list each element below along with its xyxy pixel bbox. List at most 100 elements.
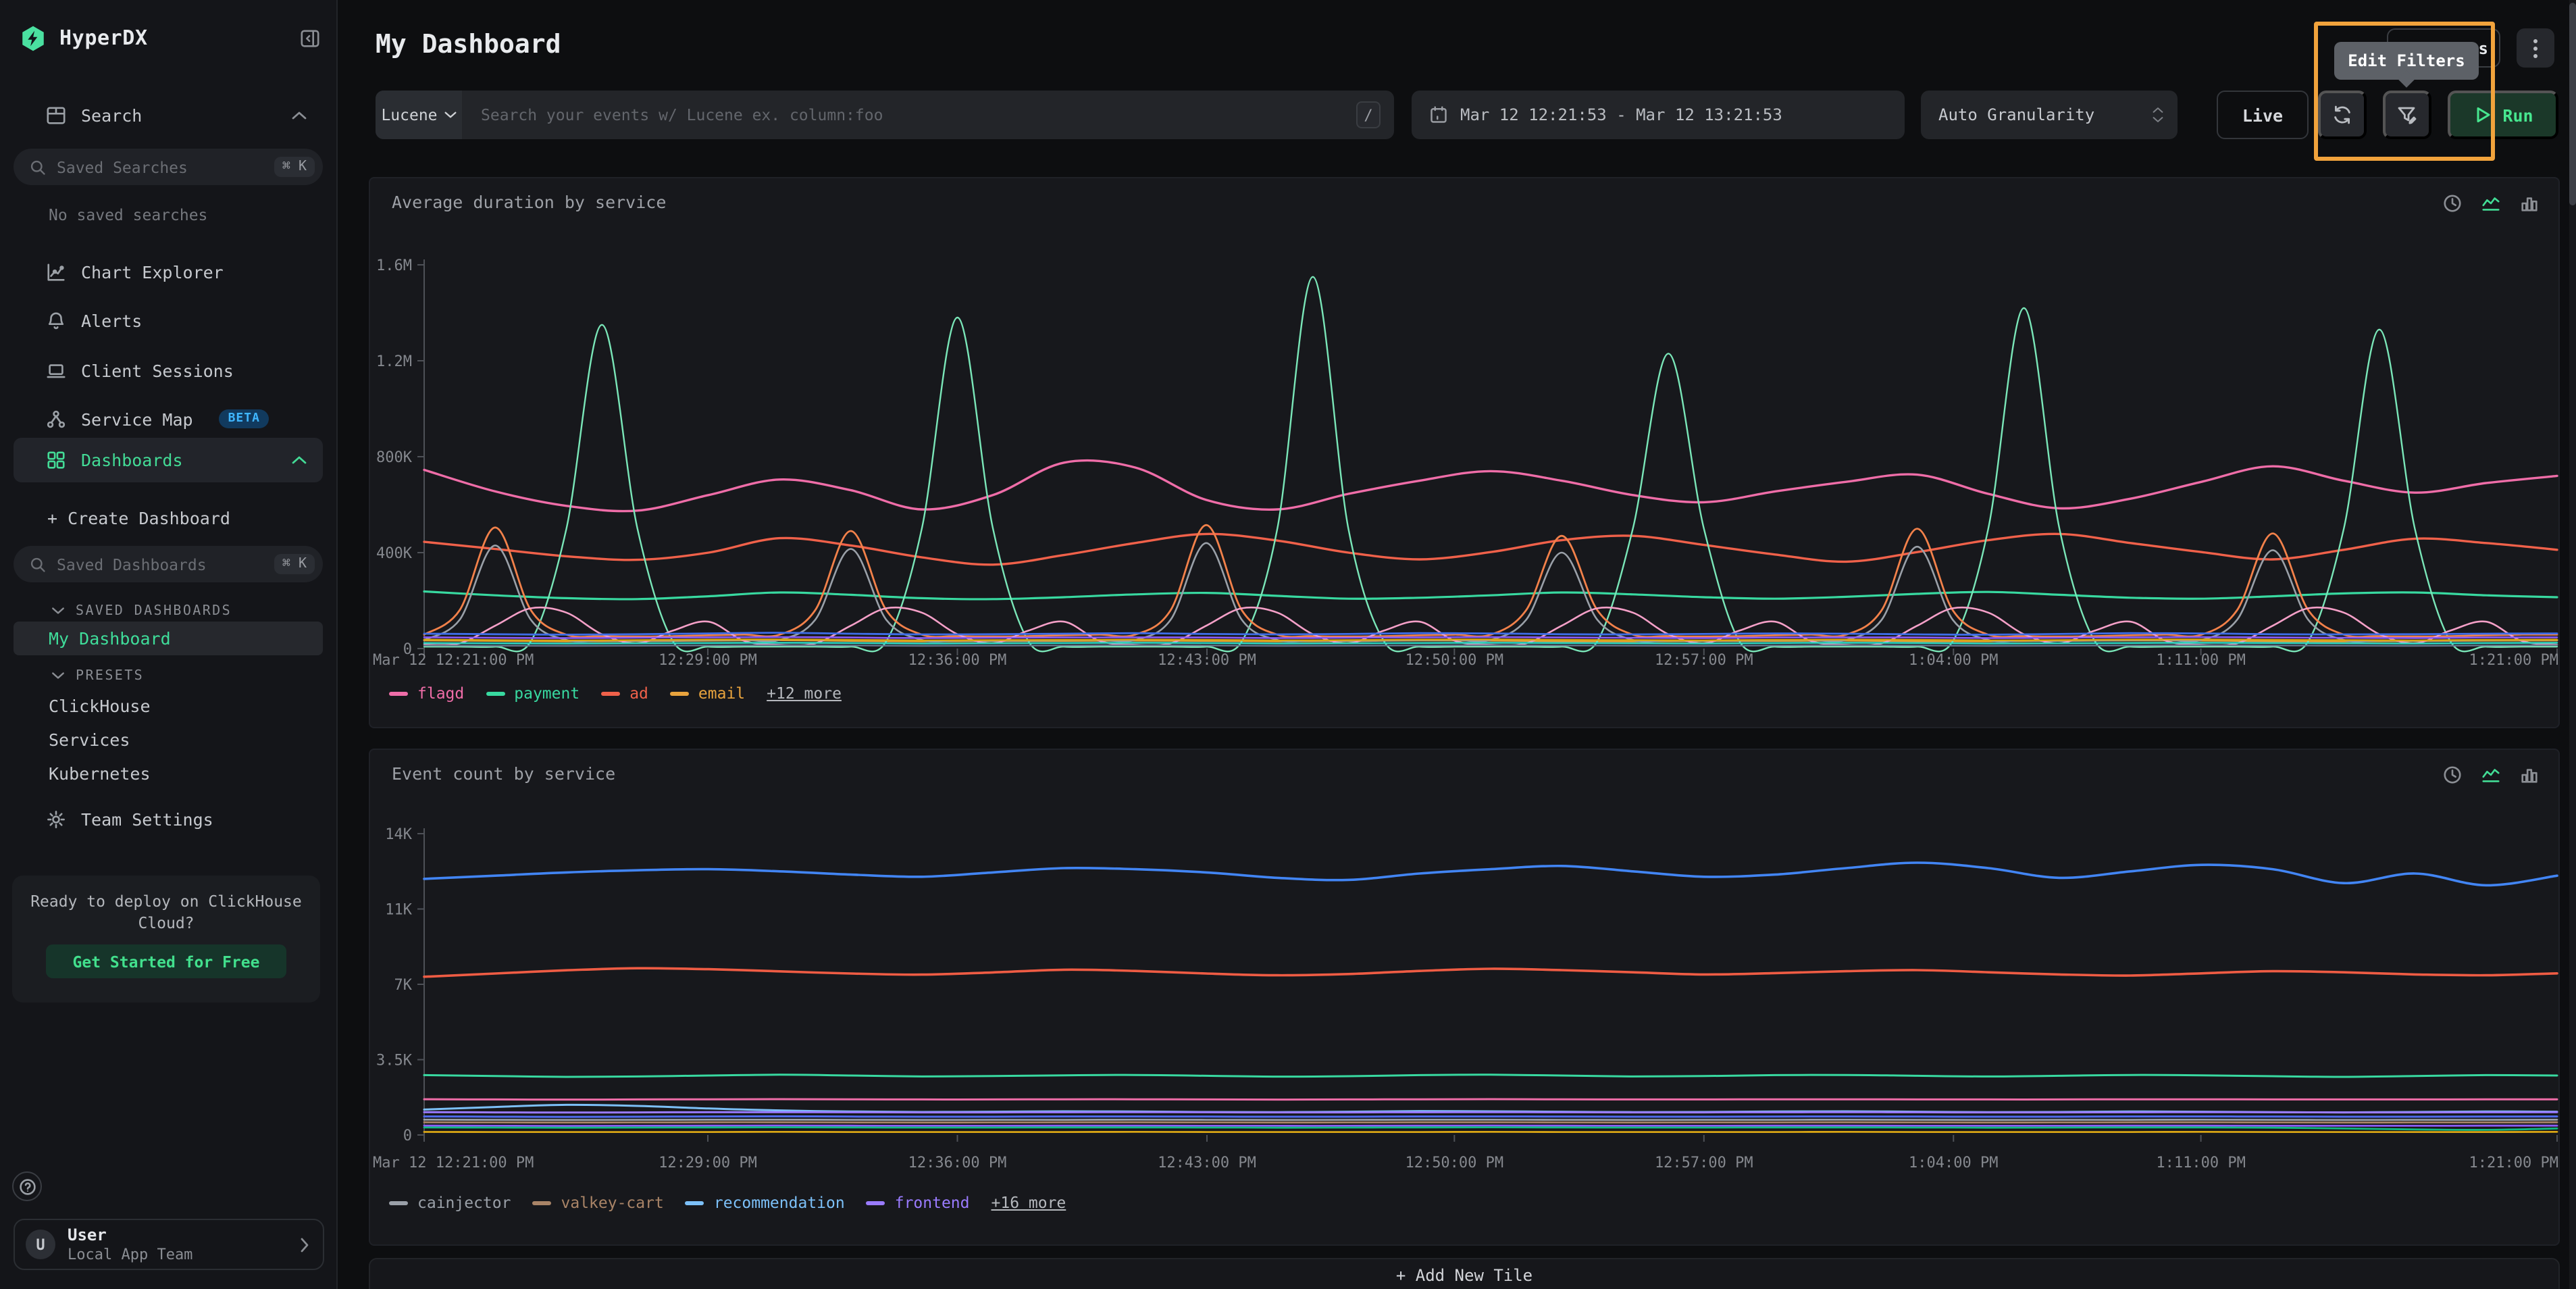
kebab-menu-button[interactable] (2517, 28, 2554, 68)
preset-item-clickhouse[interactable]: ClickHouse (14, 690, 323, 720)
line-chart[interactable]: 0400K800K1.2M1.6MMar 12 12:21:00 PM12:29… (370, 253, 2561, 688)
chart-legend: cainjector valkey-cart recommendation front… (389, 1193, 1066, 1212)
calendar-icon (1429, 105, 1448, 124)
series-payment (424, 592, 2557, 599)
sidebar-item-search[interactable]: Search (14, 95, 323, 135)
bar-chart-icon[interactable] (2519, 193, 2540, 213)
x-axis-tick-label: 12:29:00 PM (659, 652, 757, 669)
sidebar-collapse-icon[interactable] (300, 28, 320, 48)
no-saved-searches-text: No saved searches (14, 203, 323, 227)
legend-swatch (601, 691, 620, 695)
live-button[interactable]: Live (2217, 91, 2309, 139)
preset-item-kubernetes[interactable]: Kubernetes (14, 758, 323, 788)
time-range-picker[interactable]: Mar 12 12:21:53 - Mar 12 13:21:53 (1412, 91, 1905, 139)
gear-icon (46, 809, 66, 829)
avatar: U (26, 1230, 55, 1259)
chart-panel-event-count: Event count by service 03.5K7K11K14KMar … (369, 749, 2560, 1246)
series-ad (424, 534, 2557, 565)
help-button[interactable] (12, 1171, 42, 1201)
line-chart-icon[interactable] (2480, 765, 2502, 785)
search-icon (30, 159, 46, 175)
edit-filters-tooltip: Edit Filters (2334, 42, 2479, 80)
y-axis-tick-label: 14K (385, 826, 412, 843)
add-new-tile-button[interactable]: + Add New Tile (369, 1258, 2560, 1289)
x-axis-tick-label: Mar 12 12:21:00 PM (373, 652, 534, 669)
chevron-up-icon (292, 110, 307, 120)
sidebar-item-label: Alerts (81, 310, 142, 330)
x-axis-tick-label: 12:29:00 PM (659, 1155, 757, 1171)
scrollbar-thumb[interactable] (2569, 3, 2576, 205)
sidebar-item-team-settings[interactable]: Team Settings (14, 799, 323, 839)
chevron-right-icon (300, 1237, 309, 1252)
query-language-select[interactable]: Lucene (376, 91, 462, 139)
user-menu[interactable]: U User Local App Team (14, 1219, 324, 1270)
saved-dashboard-item-my-dashboard[interactable]: My Dashboard (14, 622, 323, 655)
legend-item[interactable]: cainjector (389, 1193, 511, 1212)
granularity-value: Auto Granularity (1938, 105, 2094, 124)
sidebar-item-dashboards[interactable]: Dashboards (14, 438, 323, 482)
tooltip-arrow (2398, 70, 2415, 87)
legend-item[interactable]: valkey-cart (533, 1193, 664, 1212)
main-content: My Dashboard Lucene Search your events w… (338, 0, 2576, 1289)
section-saved-dashboards[interactable]: SAVED DASHBOARDS (14, 600, 323, 622)
legend-swatch (389, 1200, 408, 1205)
granularity-select[interactable]: Auto Granularity (1921, 91, 2178, 139)
events-search-input[interactable]: Search your events w/ Lucene ex. column:… (462, 91, 1394, 139)
chart-legend: flagd payment ad email +12 more (389, 684, 842, 703)
bar-chart-icon[interactable] (2519, 765, 2540, 785)
dashboards-icon (46, 450, 66, 470)
saved-dashboards-input[interactable]: Saved Dashboards ⌘ K (14, 546, 323, 582)
x-axis-tick-label: 12:36:00 PM (908, 1155, 1007, 1171)
x-axis-tick-label: 12:36:00 PM (908, 652, 1007, 669)
scrollbar[interactable] (2569, 0, 2576, 1289)
legend-item[interactable]: recommendation (686, 1193, 845, 1212)
query-bar: Lucene Search your events w/ Lucene ex. … (376, 91, 1394, 139)
sidebar-item-chart-explorer[interactable]: Chart Explorer (14, 251, 323, 292)
get-started-button[interactable]: Get Started for Free (46, 944, 286, 978)
sidebar-item-label: Team Settings (81, 809, 213, 829)
sidebar-item-label: Chart Explorer (81, 261, 224, 282)
create-dashboard-button[interactable]: + Create Dashboard (14, 500, 323, 535)
legend-label: payment (514, 684, 579, 703)
clickhouse-cloud-card: Ready to deploy on ClickHouse Cloud? Get… (12, 876, 320, 1003)
legend-item[interactable]: frontend (867, 1193, 970, 1212)
sidebar-item-service-map[interactable]: Service Map BETA (14, 399, 323, 439)
series-blue2 (424, 1116, 2557, 1117)
series-pink (424, 1099, 2557, 1100)
app-root: HyperDX Search Saved Searches ⌘ K No sav… (0, 0, 2576, 1289)
edit-filters-button[interactable] (2383, 91, 2431, 139)
series-frontend (424, 1112, 2557, 1113)
series-flat-slate (424, 645, 2557, 646)
legend-more-link[interactable]: +16 more (991, 1193, 1066, 1212)
line-chart-icon[interactable] (2480, 193, 2502, 213)
legend-label: frontend (895, 1193, 970, 1212)
legend-label: ad (629, 684, 648, 703)
legend-label: cainjector (417, 1193, 511, 1212)
chart-explorer-icon (46, 261, 66, 282)
sidebar-item-label: Service Map (81, 409, 193, 429)
saved-searches-input[interactable]: Saved Searches ⌘ K (14, 149, 323, 185)
series-flat-teal (424, 642, 2557, 643)
y-axis-tick-label: 400K (376, 545, 413, 562)
clock-icon[interactable] (2442, 765, 2463, 785)
legend-more-link[interactable]: +12 more (767, 684, 842, 703)
laptop-icon (46, 360, 66, 380)
refresh-button[interactable] (2318, 91, 2367, 139)
sidebar-item-alerts[interactable]: Alerts (14, 300, 323, 340)
clock-icon[interactable] (2442, 193, 2463, 213)
x-axis-tick-label: 1:11:00 PM (2156, 1155, 2245, 1171)
sidebar-item-client-sessions[interactable]: Client Sessions (14, 350, 323, 390)
legend-item[interactable]: ad (601, 684, 648, 703)
preset-item-services[interactable]: Services (14, 724, 323, 754)
y-axis-tick-label: 11K (385, 902, 412, 919)
section-presets[interactable]: PRESETS (14, 665, 323, 686)
page-title: My Dashboard (376, 30, 561, 59)
legend-item[interactable]: email (670, 684, 745, 703)
line-chart[interactable]: 03.5K7K11K14KMar 12 12:21:00 PM12:29:00 … (370, 817, 2561, 1185)
legend-item[interactable]: flagd (389, 684, 464, 703)
y-axis-tick-label: 7K (394, 977, 413, 994)
legend-item[interactable]: payment (486, 684, 579, 703)
y-axis-tick-label: 1.6M (376, 257, 412, 274)
run-button[interactable]: Run (2448, 91, 2558, 139)
chart-panel-average-duration: Average duration by service 0400K800K1.2… (369, 177, 2560, 728)
